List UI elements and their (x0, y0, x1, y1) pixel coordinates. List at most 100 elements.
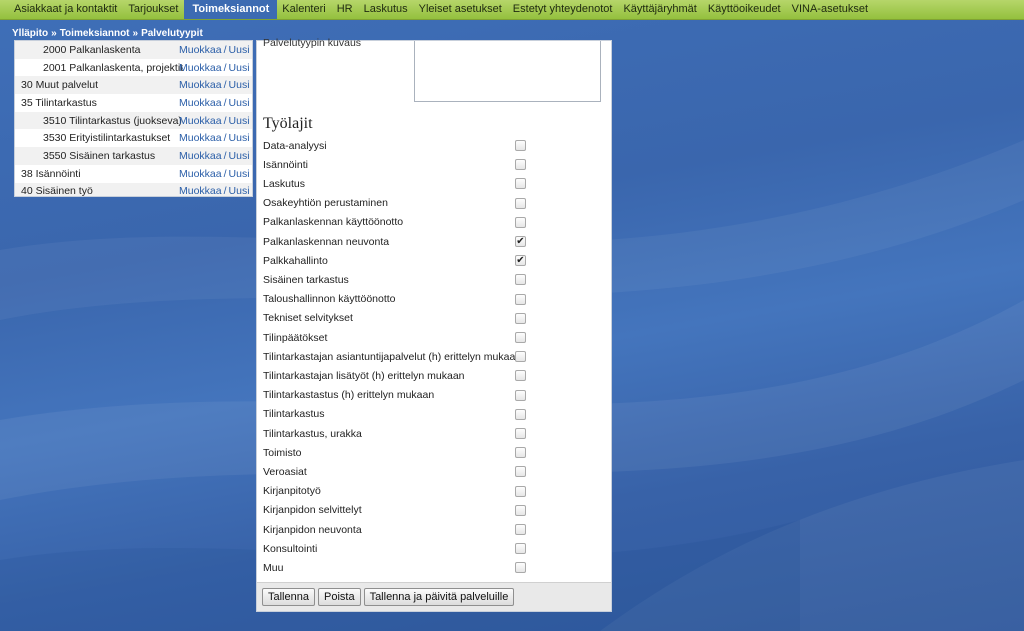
service-type-name: 3510 Tilintarkastus (juokseva) (43, 114, 182, 127)
worktype-row: Taloushallinnon käyttöönotto (263, 290, 526, 309)
list-item: 30 Muut palvelut Muokkaa / Uusi (15, 76, 252, 95)
breadcrumb-item-1[interactable]: Toimeksiannot (60, 28, 130, 39)
worktype-row: Tilinpäätökset (263, 328, 526, 347)
worktype-row: Tilintarkastastus (h) erittelyn mukaan (263, 386, 526, 405)
checkmark-icon: ✔ (516, 236, 525, 247)
worktype-checkbox[interactable] (515, 466, 526, 478)
worktype-checkbox[interactable]: ✔ (515, 236, 526, 247)
nav-item-9[interactable]: Käyttöoikeudet (703, 0, 787, 19)
actions-separator: / (223, 79, 227, 92)
worktype-checkbox[interactable] (515, 428, 526, 439)
edit-link[interactable]: Muokkaa (179, 44, 222, 56)
worktype-label: Toimisto (263, 446, 302, 459)
nav-item-1[interactable]: Tarjoukset (123, 0, 184, 19)
worktype-label: Taloushallinnon käyttöönotto (263, 293, 396, 306)
breadcrumb: Ylläpito» Toimeksiannot» Palvelutyypit (12, 28, 203, 39)
breadcrumb-item-2[interactable]: Palvelutyypit (141, 28, 203, 39)
nav-item-3[interactable]: Kalenteri (277, 0, 331, 19)
service-type-name: 3530 Erityistilintarkastukset (43, 132, 171, 145)
save-and-update-services-button[interactable]: Tallenna ja päivitä palveluille (363, 588, 515, 606)
nav-item-7[interactable]: Estetyt yhteydenotot (508, 0, 619, 19)
service-type-form: Palvelutyypin kuvaus Työlajit Data-analy… (256, 37, 612, 612)
worktype-checkbox[interactable] (515, 274, 526, 286)
worktype-checkbox[interactable] (515, 159, 526, 171)
edit-link[interactable]: Muokkaa (179, 79, 222, 91)
worktype-checkbox[interactable] (515, 485, 526, 497)
worktype-row: Data-analyysi (263, 136, 526, 155)
worktype-checkbox[interactable] (515, 543, 526, 555)
actions-separator: / (223, 149, 227, 162)
form-footer: Tallenna Poista Tallenna ja päivitä palv… (257, 582, 611, 611)
edit-link[interactable]: Muokkaa (179, 185, 222, 196)
worktype-checkbox[interactable] (515, 197, 526, 209)
list-item: 3550 Sisäinen tarkastus Muokkaa / Uusi (15, 147, 252, 165)
nav-item-6[interactable]: Yleiset asetukset (414, 0, 508, 19)
nav-item-4[interactable]: HR (332, 0, 359, 19)
new-link[interactable]: Uusi (229, 115, 250, 127)
breadcrumb-item-0[interactable]: Ylläpito (12, 28, 48, 39)
new-link[interactable]: Uusi (229, 168, 250, 180)
row-actions: Muokkaa / Uusi (179, 150, 250, 162)
edit-link[interactable]: Muokkaa (179, 62, 222, 74)
edit-link[interactable]: Muokkaa (179, 168, 222, 180)
worktype-label: Tilintarkastus (263, 408, 325, 421)
worktype-label: Palkanlaskennan neuvonta (263, 235, 390, 248)
service-type-name: 3550 Sisäinen tarkastus (43, 149, 156, 162)
worktype-checkbox[interactable] (515, 178, 526, 190)
new-link[interactable]: Uusi (229, 185, 250, 196)
worktype-checkbox[interactable] (515, 216, 526, 228)
list-item: 35 Tilintarkastus Muokkaa / Uusi (15, 94, 252, 112)
worktype-checkbox[interactable] (515, 293, 526, 305)
nav-item-2[interactable]: Toimeksiannot (184, 0, 278, 19)
worktype-checkbox[interactable] (515, 389, 526, 401)
new-link[interactable]: Uusi (229, 44, 250, 56)
nav-item-5[interactable]: Laskutus (359, 0, 414, 19)
nav-item-0[interactable]: Asiakkaat ja kontaktit (9, 0, 123, 19)
row-actions: Muokkaa / Uusi (179, 62, 250, 74)
actions-separator: / (223, 43, 227, 56)
delete-button[interactable]: Poista (317, 588, 361, 606)
edit-link[interactable]: Muokkaa (179, 132, 222, 144)
worktype-checkbox[interactable] (515, 370, 526, 382)
worktype-row: Tilintarkastus, urakka (263, 424, 526, 443)
new-link[interactable]: Uusi (229, 79, 250, 91)
worktype-checkbox[interactable] (515, 351, 526, 363)
worktype-checkbox[interactable] (515, 332, 526, 343)
new-link[interactable]: Uusi (229, 132, 250, 144)
worktype-row: Palkanlaskennan neuvonta ✔ (263, 232, 526, 251)
worktype-label: Palkanlaskennan käyttöönotto (263, 216, 404, 229)
worktype-label: Muu (263, 561, 284, 574)
worktype-row: Tilintarkastajan asiantuntijapalvelut (h… (263, 347, 526, 366)
new-link[interactable]: Uusi (229, 97, 250, 109)
checkmark-icon: ✔ (516, 255, 525, 267)
worktype-checkbox[interactable] (515, 524, 526, 535)
worktype-row: Muu (263, 558, 526, 577)
worktype-checkbox[interactable] (515, 447, 526, 459)
nav-item-8[interactable]: Käyttäjäryhmät (618, 0, 702, 19)
worktype-checkbox[interactable] (515, 504, 526, 516)
worktype-label: Palkkahallinto (263, 254, 328, 267)
save-button[interactable]: Tallenna (262, 588, 315, 606)
worktypes-heading: Työlajit (263, 115, 313, 132)
row-actions: Muokkaa / Uusi (179, 44, 250, 56)
worktype-label: Tilintarkastastus (h) erittelyn mukaan (263, 389, 435, 402)
nav-item-10[interactable]: VINA-asetukset (787, 0, 874, 19)
worktype-checkbox[interactable]: ✔ (515, 255, 526, 267)
top-navigation: Asiakkaat ja kontaktit Tarjoukset Toimeksi… (0, 0, 1024, 20)
worktype-row: Tekniset selvitykset (263, 309, 526, 328)
worktype-checkbox[interactable] (515, 312, 526, 324)
service-type-name: 35 Tilintarkastus (21, 96, 97, 109)
edit-link[interactable]: Muokkaa (179, 150, 222, 162)
service-type-name: 30 Muut palvelut (21, 79, 99, 92)
worktype-checkbox[interactable] (515, 562, 526, 574)
list-item: 40 Sisäinen työ Muokkaa / Uusi (15, 182, 252, 196)
worktype-checkbox[interactable] (515, 140, 526, 151)
new-link[interactable]: Uusi (229, 62, 250, 74)
description-textarea[interactable] (414, 41, 601, 102)
edit-link[interactable]: Muokkaa (179, 115, 222, 127)
worktype-row: Osakeyhtiön perustaminen (263, 194, 526, 213)
new-link[interactable]: Uusi (229, 150, 250, 162)
worktype-row: Laskutus (263, 174, 526, 193)
edit-link[interactable]: Muokkaa (179, 97, 222, 109)
worktype-checkbox[interactable] (515, 408, 526, 420)
